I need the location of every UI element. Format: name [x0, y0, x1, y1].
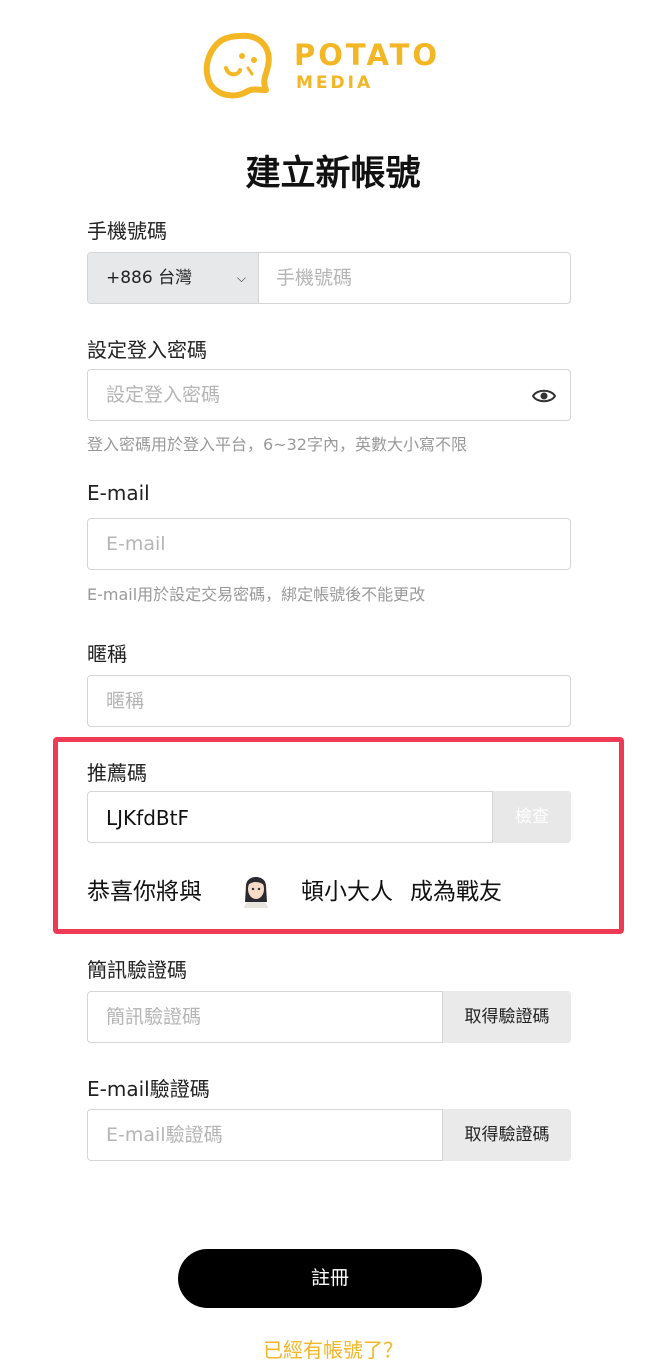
sms-code-field[interactable]: 簡訊驗證碼 取得驗證碼: [87, 991, 571, 1043]
password-input[interactable]: 設定登入密碼: [106, 370, 220, 420]
login-link[interactable]: 已經有帳號了？: [0, 1334, 666, 1363]
country-code-value: +886 台灣: [106, 268, 193, 288]
email-input[interactable]: E-mail: [106, 519, 166, 569]
friend-avatar: [244, 877, 268, 908]
password-field[interactable]: 設定登入密碼: [87, 369, 571, 421]
referral-input[interactable]: LJKfdBtF: [106, 792, 189, 844]
brand-subname: MEDIA: [296, 73, 374, 93]
sms-code-label: 簡訊驗證碼: [87, 958, 187, 982]
email-label: E-mail: [87, 481, 150, 505]
phone-input[interactable]: 手機號碼: [276, 253, 352, 303]
page-title: 建立新帳號: [245, 154, 421, 194]
get-sms-code-button[interactable]: 取得驗證碼: [442, 991, 571, 1043]
nickname-input[interactable]: 暱稱: [106, 676, 144, 726]
potato-mascot-icon: [203, 32, 272, 99]
potato-media-logo: POTATO MEDIA: [202, 30, 462, 102]
sms-code-input[interactable]: 簡訊驗證碼: [106, 992, 201, 1042]
email-code-field[interactable]: E-mail驗證碼 取得驗證碼: [87, 1109, 571, 1161]
email-code-input[interactable]: E-mail驗證碼: [106, 1110, 223, 1160]
password-hint: 登入密碼用於登入平台，6~32字內，英數大小寫不限: [87, 435, 467, 454]
email-field[interactable]: E-mail: [87, 518, 571, 570]
brand-name: POTATO: [294, 38, 441, 72]
friend-name: 頓小大人: [301, 879, 393, 905]
congrats-suffix: 成為戰友: [410, 879, 502, 905]
congrats-prefix: 恭喜你將與: [87, 879, 202, 905]
get-email-code-button[interactable]: 取得驗證碼: [442, 1109, 571, 1161]
nickname-label: 暱稱: [87, 642, 127, 666]
show-password-eye-icon[interactable]: [532, 385, 556, 407]
check-referral-button[interactable]: 檢查: [492, 791, 571, 843]
phone-field: +886 台灣 ⌵ 手機號碼: [87, 252, 571, 304]
nickname-field[interactable]: 暱稱: [87, 675, 571, 727]
phone-label: 手機號碼: [87, 219, 167, 243]
country-code-select[interactable]: +886 台灣 ⌵: [88, 253, 259, 303]
email-code-label: E-mail驗證碼: [87, 1077, 210, 1101]
referral-field[interactable]: LJKfdBtF 檢查: [87, 791, 571, 843]
register-button[interactable]: 註冊: [178, 1249, 482, 1308]
email-hint: E-mail用於設定交易密碼，綁定帳號後不能更改: [87, 585, 426, 604]
chevron-down-icon: ⌵: [236, 271, 246, 285]
password-label: 設定登入密碼: [87, 338, 207, 362]
referral-label: 推薦碼: [87, 761, 147, 785]
